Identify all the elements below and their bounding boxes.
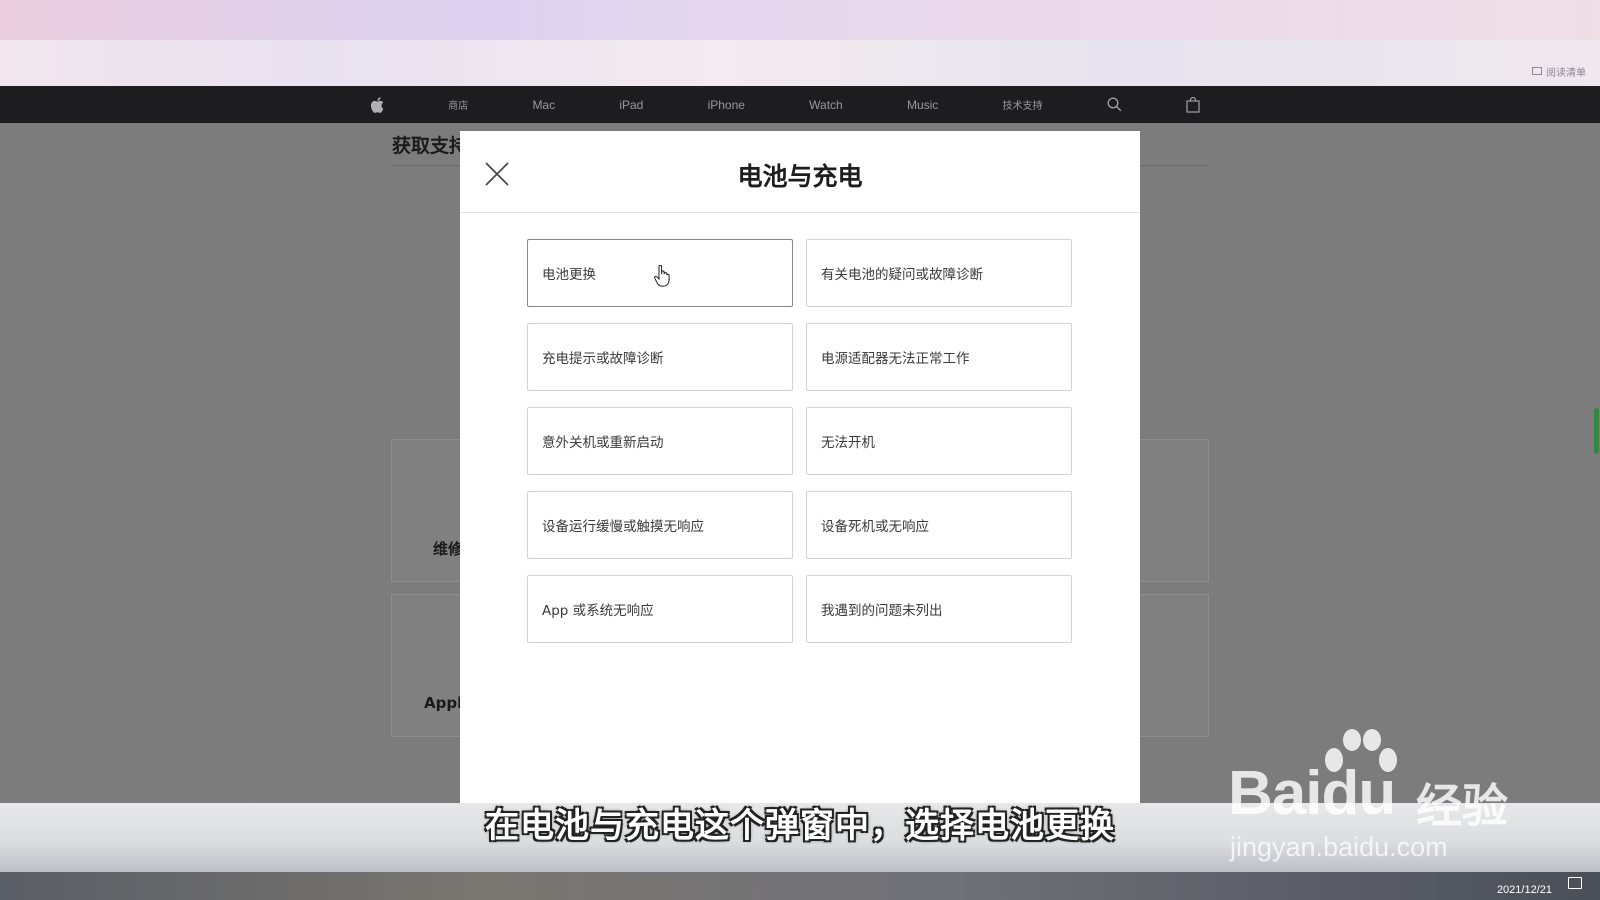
nav-ipad[interactable]: iPad <box>619 98 643 112</box>
browser-tab-strip <box>0 0 1600 40</box>
nav-support[interactable]: 技术支持 <box>1003 97 1043 112</box>
bag-icon[interactable] <box>1186 96 1200 113</box>
option-power-adapter[interactable]: 电源适配器无法正常工作 <box>806 323 1072 391</box>
watermark-url: jingyan.baidu.com <box>1230 832 1448 862</box>
option-device-frozen[interactable]: 设备死机或无响应 <box>806 491 1072 559</box>
modal-header: 电池与充电 <box>460 131 1140 213</box>
watermark-brand: Baidu <box>1228 758 1396 829</box>
option-label: 意外关机或重新启动 <box>542 435 664 451</box>
card-label-repair: 维修 <box>433 540 464 558</box>
option-app-unresponsive[interactable]: App 或系统无响应 <box>527 575 793 643</box>
reading-list-button[interactable]: 阅读清单 <box>1532 64 1586 79</box>
nav-store[interactable]: 商店 <box>448 97 468 112</box>
option-label: 电源适配器无法正常工作 <box>821 351 970 367</box>
option-label: 电池更换 <box>542 267 596 283</box>
bookmarks-bar: 阅读清单 <box>0 60 1600 82</box>
option-unexpected-shutdown[interactable]: 意外关机或重新启动 <box>527 407 793 475</box>
reading-list-label: 阅读清单 <box>1546 67 1586 79</box>
option-grid: 电池更换 有关电池的疑问或故障诊断 充电提示或故障诊断 电源适配器无法正常工作 … <box>527 239 1073 643</box>
option-slow-or-unresponsive-touch[interactable]: 设备运行缓慢或触摸无响应 <box>527 491 793 559</box>
tray-date[interactable]: 2021/12/21 <box>1497 884 1552 896</box>
browser-chrome: 阅读清单 <box>0 0 1600 86</box>
notification-icon[interactable] <box>1568 877 1582 889</box>
global-nav: 商店 Mac iPad iPhone Watch Music 技术支持 <box>0 86 1600 123</box>
search-icon[interactable] <box>1107 97 1122 112</box>
pointer-hand-cursor-icon <box>654 265 670 287</box>
modal-title: 电池与充电 <box>737 162 863 191</box>
apple-logo-icon[interactable] <box>370 96 384 113</box>
option-label: 设备死机或无响应 <box>821 519 929 535</box>
page-title: 获取支持 <box>392 135 469 157</box>
watermark-brand-part1: Bai <box>1228 759 1322 828</box>
nav-iphone[interactable]: iPhone <box>708 98 745 112</box>
battery-modal: 电池与充电 电池更换 有关电池的疑问或故障诊断 充电提示或故障诊断 电源适配器无… <box>460 131 1140 811</box>
nav-music[interactable]: Music <box>907 98 938 112</box>
option-label: 设备运行缓慢或触摸无响应 <box>542 519 704 535</box>
nav-watch[interactable]: Watch <box>809 98 843 112</box>
watermark-brand-part2: du <box>1321 759 1396 828</box>
option-charging-tips[interactable]: 充电提示或故障诊断 <box>527 323 793 391</box>
option-not-listed[interactable]: 我遇到的问题未列出 <box>806 575 1072 643</box>
option-label: 我遇到的问题未列出 <box>821 603 943 619</box>
option-battery-questions[interactable]: 有关电池的疑问或故障诊断 <box>806 239 1072 307</box>
scrollbar-thumb[interactable] <box>1594 408 1599 454</box>
baidu-jingyan-watermark: Baidu 经验 jingyan.baidu.com <box>1228 728 1528 868</box>
option-label: App 或系统无响应 <box>542 603 654 619</box>
option-label: 有关电池的疑问或故障诊断 <box>821 267 983 283</box>
reading-list-icon <box>1532 67 1542 75</box>
option-label: 无法开机 <box>821 435 875 451</box>
watermark-cn: 经验 <box>1416 779 1508 833</box>
nav-mac[interactable]: Mac <box>532 98 555 112</box>
option-label: 充电提示或故障诊断 <box>542 351 664 367</box>
windows-taskbar <box>0 872 1600 900</box>
option-wont-power-on[interactable]: 无法开机 <box>806 407 1072 475</box>
